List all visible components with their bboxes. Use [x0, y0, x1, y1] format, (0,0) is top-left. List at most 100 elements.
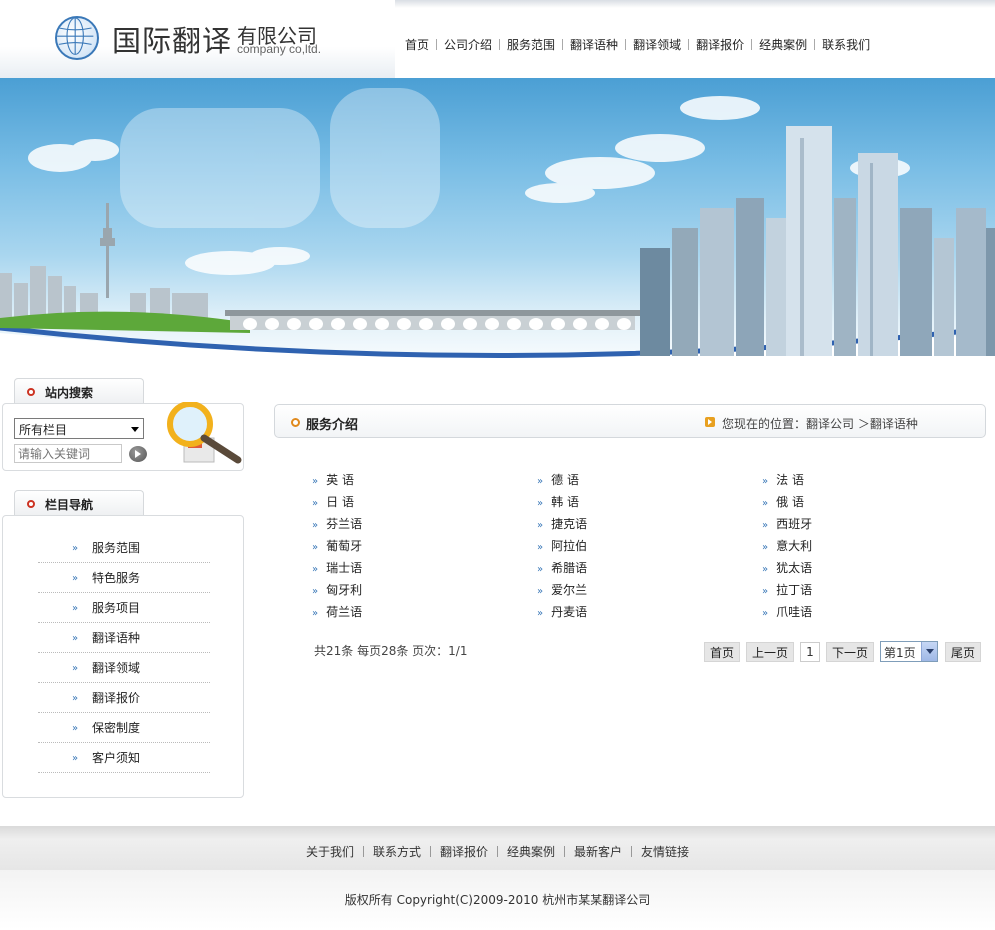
language-link[interactable]: » 犹太语 [762, 559, 812, 576]
language-link[interactable]: » 阿拉伯 [537, 537, 587, 554]
side-nav-item-label: 翻译语种 [92, 631, 141, 645]
nav-item-home[interactable]: 首页 [398, 36, 436, 53]
side-nav-item-service-items[interactable]: » 服务项目 [38, 593, 210, 623]
language-label: 荷兰语 [326, 605, 363, 619]
side-nav-item-fields[interactable]: » 翻译领域 [38, 653, 210, 683]
language-link[interactable]: » 丹麦语 [537, 603, 587, 620]
double-chevron-right-icon: » [72, 573, 79, 584]
first-page-button[interactable]: 首页 [704, 642, 740, 662]
header-top-shade [395, 0, 995, 8]
language-label: 爱尔兰 [551, 583, 588, 597]
language-link[interactable]: » 爪哇语 [762, 603, 812, 620]
keyword-search-input[interactable] [14, 444, 122, 463]
language-link[interactable]: » 法 语 [762, 471, 804, 488]
content-title: 服务介绍 [306, 418, 359, 433]
page-select[interactable]: 第1页 [880, 641, 938, 662]
side-nav-item-customer-notice[interactable]: » 客户须知 [38, 743, 210, 773]
category-select-value: 所有栏目 [19, 423, 68, 437]
language-link[interactable]: » 捷克语 [537, 515, 587, 532]
language-link[interactable]: » 匈牙利 [312, 581, 362, 598]
double-chevron-right-icon: » [312, 542, 319, 553]
nav-item-pricing[interactable]: 翻译报价 [689, 36, 751, 53]
double-chevron-right-icon: » [537, 520, 544, 531]
pagination-summary: 共21条 每页28条 页次：1/1 [314, 644, 468, 658]
language-label: 日 语 [326, 495, 354, 509]
footer-link-friend-links[interactable]: 友情链接 [632, 843, 698, 860]
double-chevron-right-icon: » [72, 723, 79, 734]
side-nav-item-confidentiality[interactable]: » 保密制度 [38, 713, 210, 743]
side-nav-item-label: 保密制度 [92, 721, 141, 735]
language-link[interactable]: » 俄 语 [762, 493, 804, 510]
side-nav-item-pricing[interactable]: » 翻译报价 [38, 683, 210, 713]
copyright-text: 版权所有 Copyright(C)2009-2010 杭州市某某翻译公司 [344, 893, 651, 907]
footer-link-pricing[interactable]: 翻译报价 [431, 843, 497, 860]
magnifier-icon [167, 402, 242, 464]
side-nav-item-languages[interactable]: » 翻译语种 [38, 623, 210, 653]
footer-link-contact[interactable]: 联系方式 [364, 843, 430, 860]
side-nav-item-label: 翻译领域 [92, 661, 141, 675]
footer-links: 关于我们 联系方式 翻译报价 经典案例 最新客户 友情链接 [0, 843, 995, 860]
language-label: 俄 语 [776, 495, 804, 509]
double-chevron-right-icon: » [762, 586, 769, 597]
language-link[interactable]: » 意大利 [762, 537, 812, 554]
language-link[interactable]: » 葡萄牙 [312, 537, 362, 554]
footer-link-about[interactable]: 关于我们 [297, 843, 363, 860]
language-link[interactable]: » 爱尔兰 [537, 581, 587, 598]
language-label: 阿拉伯 [551, 539, 588, 553]
current-page-number: 1 [800, 642, 820, 662]
side-nav-title: 栏目导航 [45, 498, 94, 512]
nav-item-languages[interactable]: 翻译语种 [563, 36, 625, 53]
double-chevron-right-icon: » [762, 520, 769, 531]
chevron-down-icon [921, 642, 937, 661]
city-skyline-illustration [0, 88, 995, 373]
language-label: 爪哇语 [776, 605, 813, 619]
double-chevron-right-icon: » [312, 498, 319, 509]
page-select-value: 第1页 [884, 646, 916, 660]
language-label: 希腊语 [551, 561, 588, 575]
nav-item-about[interactable]: 公司介绍 [437, 36, 499, 53]
nav-item-cases[interactable]: 经典案例 [752, 36, 814, 53]
nav-item-fields[interactable]: 翻译领域 [626, 36, 688, 53]
double-chevron-right-icon: » [72, 693, 79, 704]
language-link[interactable]: » 日 语 [312, 493, 354, 510]
language-link[interactable]: » 德 语 [537, 471, 579, 488]
language-link[interactable]: » 希腊语 [537, 559, 587, 576]
language-link[interactable]: » 韩 语 [537, 493, 579, 510]
double-chevron-right-icon: » [537, 498, 544, 509]
last-page-button[interactable]: 尾页 [945, 642, 981, 662]
double-chevron-right-icon: » [312, 586, 319, 597]
prev-page-button[interactable]: 上一页 [746, 642, 794, 662]
globe-lines [57, 18, 94, 55]
language-link[interactable]: » 荷兰语 [312, 603, 362, 620]
search-panel-tab: 站内搜索 [14, 378, 144, 404]
hero-banner [0, 78, 995, 373]
language-label: 韩 语 [551, 495, 579, 509]
next-page-button[interactable]: 下一页 [826, 642, 874, 662]
language-link[interactable]: » 西班牙 [762, 515, 812, 532]
language-label: 犹太语 [776, 561, 813, 575]
language-label: 瑞士语 [326, 561, 363, 575]
brand-english-name: company co,ltd. [237, 42, 322, 56]
double-chevron-right-icon: » [72, 543, 79, 554]
language-link[interactable]: » 芬兰语 [312, 515, 362, 532]
double-chevron-right-icon: » [72, 753, 79, 764]
language-link[interactable]: » 拉丁语 [762, 581, 812, 598]
double-chevron-right-icon: » [537, 542, 544, 553]
nav-item-contact[interactable]: 联系我们 [815, 36, 877, 53]
footer-link-new-clients[interactable]: 最新客户 [565, 843, 631, 860]
language-label: 英 语 [326, 473, 354, 487]
search-submit-icon[interactable] [129, 446, 147, 462]
language-link[interactable]: » 瑞士语 [312, 559, 362, 576]
bullet-icon [27, 388, 35, 396]
double-chevron-right-icon: » [762, 542, 769, 553]
footer-link-cases[interactable]: 经典案例 [498, 843, 564, 860]
side-nav-item-featured-services[interactable]: » 特色服务 [38, 563, 210, 593]
side-nav-item-service-scope[interactable]: » 服务范围 [38, 533, 210, 563]
language-link[interactable]: » 英 语 [312, 471, 354, 488]
nav-item-services[interactable]: 服务范围 [500, 36, 562, 53]
category-select[interactable]: 所有栏目 [14, 418, 144, 439]
bullet-icon [291, 418, 300, 427]
language-label: 法 语 [776, 473, 804, 487]
globe-logo-icon[interactable] [55, 16, 99, 60]
side-nav-item-label: 特色服务 [92, 571, 141, 585]
